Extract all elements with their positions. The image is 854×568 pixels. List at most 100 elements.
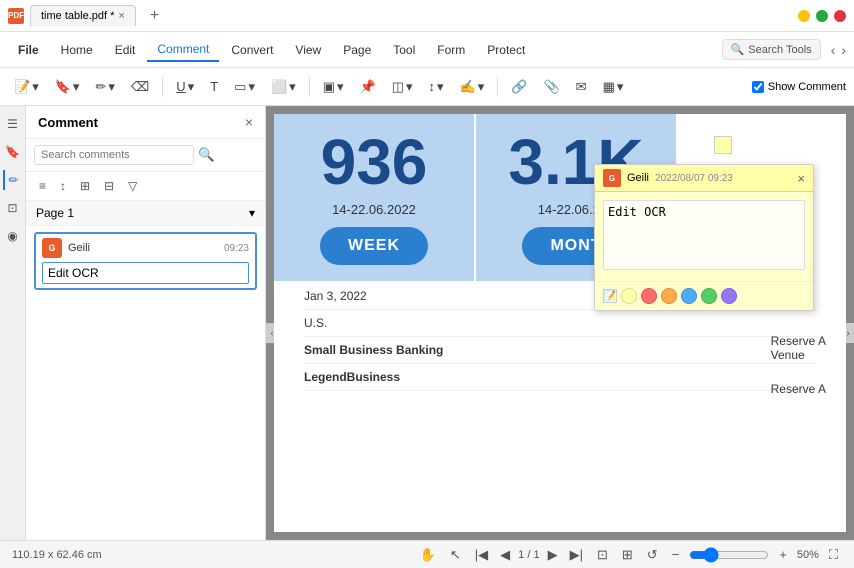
panel-icon-btn[interactable]: ☰ [3, 114, 23, 134]
color-green[interactable] [701, 288, 717, 304]
attach-tool-btn[interactable]: 📎 [537, 75, 565, 99]
file-tab[interactable]: time table.pdf * × [30, 5, 136, 26]
sticky-note-header: G Geili 2022/08/07 09:23 × [595, 165, 813, 192]
last-page-btn[interactable]: ▶| [566, 546, 587, 564]
color-yellow[interactable] [621, 288, 637, 304]
menu-form[interactable]: Form [427, 39, 475, 61]
hand-tool-btn[interactable]: ✋ [416, 546, 440, 564]
prev-page-btn[interactable]: ◀ [496, 546, 514, 564]
menu-comment[interactable]: Comment [147, 38, 219, 62]
comment-search-input[interactable] [34, 145, 194, 165]
search-tools[interactable]: 🔍 Search Tools [722, 39, 821, 60]
bookmark-tool-btn[interactable]: 🔖▾ [49, 75, 86, 99]
rotate-btn[interactable]: ↺ [643, 546, 662, 564]
measure-tool-btn[interactable]: ↕▾ [423, 75, 450, 99]
table-cell: Jan 3, 2022 [304, 289, 367, 303]
ocr-icon-btn[interactable]: ◉ [3, 226, 23, 246]
filter-btn[interactable]: ▽ [123, 176, 142, 196]
underline-tool-btn[interactable]: U▾ [170, 75, 200, 99]
menu-file[interactable]: File [8, 39, 49, 61]
color-red[interactable] [641, 288, 657, 304]
first-page-btn[interactable]: |◀ [471, 546, 492, 564]
file-tab-name: time table.pdf * [41, 10, 114, 22]
email-tool-btn[interactable]: ✉ [570, 75, 593, 99]
collapse-btn[interactable]: ⊟ [99, 176, 119, 196]
back-btn[interactable]: ‹ [831, 42, 836, 58]
title-bar-left: PDF time table.pdf * × + [8, 5, 790, 26]
close-btn[interactable] [834, 10, 846, 22]
sort-btn[interactable]: ≡ [34, 176, 51, 196]
note-tool-btn[interactable]: 📝▾ [8, 75, 45, 99]
comment-text-input[interactable] [42, 262, 249, 284]
arrow-tool-btn[interactable]: ↖ [446, 546, 465, 564]
shape-tool-btn[interactable]: ⬜▾ [265, 75, 302, 99]
comment-icon-btn[interactable]: ✏ [3, 170, 23, 190]
rect-tool-btn[interactable]: ▭▾ [228, 75, 261, 99]
menu-edit[interactable]: Edit [105, 39, 146, 61]
zoom-in-btn[interactable]: + [775, 546, 791, 563]
measure-icon: ↕ [429, 79, 436, 94]
fullscreen-btn[interactable]: ⛶ [825, 546, 842, 564]
sep2 [309, 77, 310, 97]
pencil-icon: ✏ [95, 79, 106, 95]
week-btn[interactable]: WEEK [320, 227, 428, 265]
menu-home[interactable]: Home [51, 39, 103, 61]
maximize-btn[interactable] [816, 10, 828, 22]
tab-close-btn[interactable]: × [118, 10, 124, 22]
stat-box-week: 936 14-22.06.2022 WEEK [274, 114, 474, 281]
minimize-btn[interactable] [798, 10, 810, 22]
email-icon: ✉ [576, 79, 587, 95]
show-comment-label: Show Comment [768, 81, 846, 93]
search-btn[interactable]: 🔍 [198, 147, 215, 163]
sticky-close-btn[interactable]: × [797, 171, 805, 186]
menu-view[interactable]: View [285, 39, 331, 61]
eraser-icon: ⌫ [131, 79, 149, 95]
reserve-1: Reserve AVenue [771, 334, 826, 362]
link-tool-btn[interactable]: 🔗 [505, 75, 533, 99]
sticky-note-icon[interactable]: 📝 [603, 289, 617, 303]
sidebar-title: Comment [38, 115, 98, 130]
color-blue[interactable] [681, 288, 697, 304]
expand-btn[interactable]: ⊞ [75, 176, 95, 196]
rect-icon: ▭ [234, 79, 246, 95]
page1-section[interactable]: Page 1 ▾ [26, 201, 265, 226]
menu-protect[interactable]: Protect [477, 39, 535, 61]
erase-tool-btn[interactable]: ⌫ [125, 75, 155, 99]
zoom-slider[interactable] [689, 547, 769, 563]
area-tool-btn[interactable]: ▦▾ [597, 75, 630, 99]
right-column: Reserve AVenue Reserve A [771, 334, 826, 396]
zoom-out-btn[interactable]: − [668, 546, 684, 563]
stamp-tool-btn[interactable]: ◫▾ [386, 75, 419, 99]
zoom-level: 50% [797, 549, 819, 561]
color-orange[interactable] [661, 288, 677, 304]
sticky-pin[interactable] [714, 136, 732, 154]
fit-width-btn[interactable]: ⊡ [593, 546, 612, 564]
sticky-avatar: G [603, 169, 621, 187]
table-row: U.S. [304, 310, 816, 337]
add-tab-btn[interactable]: + [146, 7, 163, 25]
sticky-icon: 📌 [360, 79, 376, 95]
page-indicator: 1 / 1 [518, 549, 539, 561]
sticky-text-area[interactable] [603, 200, 805, 270]
fit-page-btn[interactable]: ⊞ [618, 546, 637, 564]
menu-page[interactable]: Page [333, 39, 381, 61]
section-chevron: ▾ [249, 206, 255, 220]
text-icon: T [210, 79, 218, 94]
sticky-tool-btn[interactable]: 📌 [354, 75, 382, 99]
menu-convert[interactable]: Convert [221, 39, 283, 61]
sidebar-close-btn[interactable]: × [245, 114, 253, 130]
bookmark-icon-btn[interactable]: 🔖 [3, 142, 23, 162]
forward-btn[interactable]: › [841, 42, 846, 58]
next-page-btn[interactable]: ▶ [544, 546, 562, 564]
layers-icon-btn[interactable]: ⊡ [3, 198, 23, 218]
text-tool-btn[interactable]: T [204, 75, 224, 98]
page-separator: / [527, 549, 530, 561]
total-pages: 1 [533, 549, 539, 561]
order-btn[interactable]: ↕ [55, 176, 71, 196]
box-tool-btn[interactable]: ▣▾ [317, 75, 350, 99]
show-comment-checkbox[interactable] [752, 81, 764, 93]
menu-tool[interactable]: Tool [383, 39, 425, 61]
sign-tool-btn[interactable]: ✍▾ [454, 75, 491, 99]
color-purple[interactable] [721, 288, 737, 304]
draw-tool-btn[interactable]: ✏▾ [89, 75, 120, 99]
